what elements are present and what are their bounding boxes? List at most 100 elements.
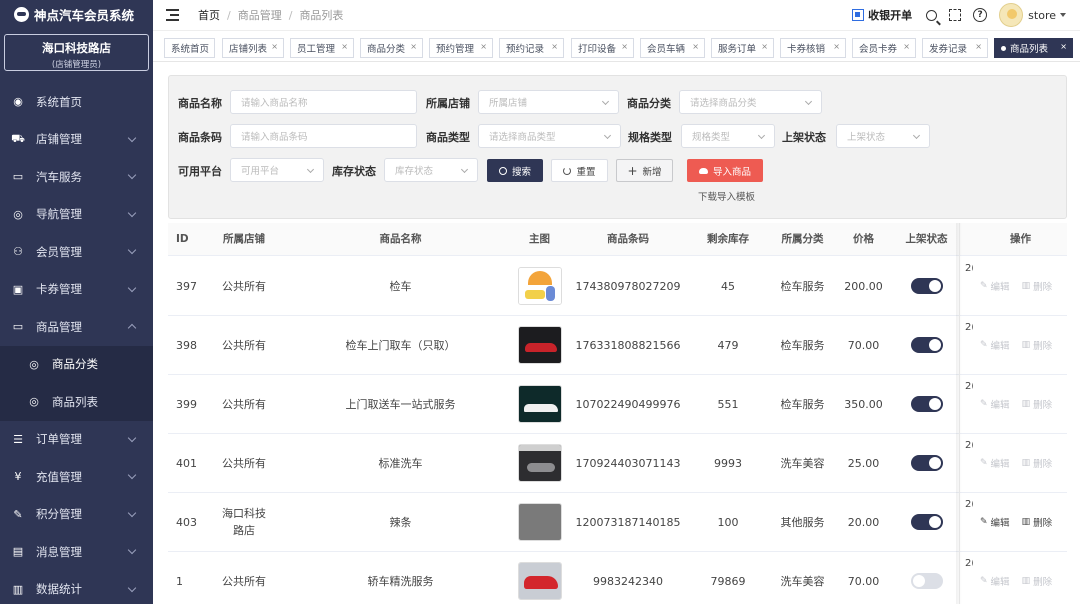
tab[interactable]: 商品分类 × (360, 38, 423, 58)
shelf-toggle[interactable] (910, 337, 943, 353)
sidebar-item[interactable]: ⛟ 店铺管理 (0, 121, 153, 159)
tab[interactable]: 店铺列表 × (222, 38, 284, 58)
top-header: 首页 / 商品管理 / 商品列表 收银开单 ? store (153, 0, 1080, 30)
tab[interactable]: 会员卡券 × (852, 38, 916, 58)
fullscreen-icon[interactable] (949, 9, 962, 21)
product-image[interactable] (517, 562, 562, 600)
breadcrumb-home[interactable]: 首页 (198, 7, 220, 23)
cell-name-text: 上门取送车一站式服务 (345, 398, 456, 411)
cell-barcode: 107022490499976 (568, 375, 688, 433)
import-products-button[interactable]: 导入商品 (687, 159, 763, 182)
main-content: 商品名称 请输入商品名称 所属店铺 所属店铺 商品分类 请选择商品分类 商品条码… (153, 62, 1080, 604)
menu-toggle-icon[interactable] (166, 9, 180, 21)
close-icon[interactable]: × (551, 42, 558, 51)
sidebar-item[interactable]: ◎ 导航管理 (0, 196, 153, 234)
fixed-operations-column (959, 223, 1067, 604)
close-icon[interactable]: × (761, 42, 768, 51)
store-select[interactable]: 所属店铺 (478, 90, 619, 114)
sidebar-item[interactable]: ▣ 卡券管理 (0, 271, 153, 309)
close-icon[interactable]: × (903, 42, 910, 51)
tab[interactable]: 会员车辆 × (640, 38, 705, 58)
product-image[interactable] (517, 385, 562, 423)
reset-button[interactable]: 重置 (551, 159, 608, 182)
shelf-toggle[interactable] (910, 278, 943, 294)
cell-barcode: 9983242340 (568, 552, 688, 604)
close-icon[interactable]: × (621, 42, 628, 51)
cell-price: 350.00 (837, 375, 890, 433)
shelf-toggle[interactable] (910, 514, 943, 530)
cell-stock-text: 9993 (714, 456, 742, 470)
shelf-toggle[interactable] (910, 573, 943, 589)
store-switcher[interactable]: 海口科技路店 (店铺管理员) (4, 34, 149, 71)
help-icon[interactable]: ? (973, 8, 988, 22)
close-icon[interactable]: × (410, 42, 417, 51)
cell-name: 轿车精洗服务 (290, 552, 511, 604)
user-name[interactable]: store (1028, 9, 1056, 22)
product-image[interactable] (517, 326, 562, 364)
tab[interactable]: 预约管理 × (429, 38, 493, 58)
sidebar-item[interactable]: ▤ 消息管理 (0, 533, 153, 571)
close-icon[interactable]: × (271, 42, 278, 51)
shelf-status-select[interactable]: 上架状态 (836, 124, 930, 148)
barcode-input[interactable]: 请输入商品条码 (230, 124, 417, 148)
tab[interactable]: 商品列表 × (994, 38, 1073, 58)
shelf-toggle[interactable] (910, 396, 943, 412)
close-icon[interactable]: × (833, 42, 840, 51)
avatar[interactable] (999, 3, 1024, 27)
sidebar-item[interactable]: ◉ 系统首页 (0, 83, 153, 121)
sidebar-item[interactable]: ▥ 数据统计 (0, 571, 153, 604)
download-template-link[interactable]: 下载导入模板 (698, 189, 755, 203)
cell-store: 公共所有 (198, 257, 290, 315)
cell-name-text: 检车上门取车（只取） (345, 339, 456, 352)
cell-category-text: 洗车美容 (780, 457, 825, 470)
chevron-down-icon (127, 433, 137, 442)
platform-select[interactable]: 可用平台 (230, 158, 324, 182)
spec-select[interactable]: 规格类型 (681, 124, 775, 148)
sidebar-item[interactable]: ¥ 充值管理 (0, 458, 153, 496)
cell-name-text: 标准洗车 (378, 457, 423, 470)
car-logo-icon (14, 6, 29, 22)
search-button[interactable]: 搜索 (487, 159, 543, 182)
tab[interactable]: 卡券核销 × (780, 38, 846, 58)
cashier-button[interactable]: 收银开单 (852, 7, 912, 23)
cell-price-text: 70.00 (847, 574, 880, 588)
sidebar-item-label: 积分管理 (36, 507, 82, 522)
sidebar-item[interactable]: ✎ 积分管理 (0, 496, 153, 534)
shelf-toggle[interactable] (910, 455, 943, 471)
search-icon[interactable] (926, 9, 938, 21)
sidebar-item[interactable]: ◎ 商品列表 (0, 383, 153, 421)
tab[interactable]: 员工管理 × (290, 38, 354, 58)
tab[interactable]: 发券记录 × (922, 38, 988, 58)
sidebar-item[interactable]: ◎ 商品分类 (0, 346, 153, 384)
sidebar-item[interactable]: ▭ 商品管理 (0, 308, 153, 346)
chevron-down-icon (603, 131, 612, 140)
product-image[interactable] (517, 503, 562, 541)
cell-id: 398 (168, 316, 198, 374)
dashboard-icon: ◉ (13, 95, 23, 109)
category-select[interactable]: 请选择商品分类 (679, 90, 822, 114)
stock-status-select[interactable]: 库存状态 (384, 158, 478, 182)
breadcrumb-product-mgmt[interactable]: 商品管理 (238, 7, 282, 23)
sidebar-item[interactable]: ☰ 订单管理 (0, 421, 153, 459)
close-icon[interactable]: × (480, 42, 487, 51)
type-select[interactable]: 请选择商品类型 (478, 124, 621, 148)
close-icon[interactable]: × (1060, 42, 1067, 51)
chevron-down-icon (757, 131, 766, 140)
tab[interactable]: 预约记录 × (499, 38, 564, 58)
sidebar-item-label: 商品管理 (36, 319, 82, 334)
sidebar-item[interactable]: ⚇ 会员管理 (0, 233, 153, 271)
product-image[interactable] (517, 267, 562, 305)
tab[interactable]: 打印设备 × (571, 38, 634, 58)
tab[interactable]: 服务订单 × (711, 38, 774, 58)
close-icon[interactable]: × (692, 42, 699, 51)
add-button[interactable]: + 新增 (616, 159, 673, 182)
product-name-input[interactable]: 请输入商品名称 (230, 90, 417, 114)
sidebar-item[interactable]: ▭ 汽车服务 (0, 158, 153, 196)
cell-stock-text: 100 (717, 515, 739, 529)
close-icon[interactable]: × (975, 42, 982, 51)
tab[interactable]: 系统首页 (164, 38, 215, 58)
cell-stock: 45 (688, 257, 768, 315)
product-image[interactable] (517, 444, 562, 482)
close-icon[interactable]: × (341, 42, 348, 51)
caret-down-icon[interactable] (1060, 13, 1066, 17)
